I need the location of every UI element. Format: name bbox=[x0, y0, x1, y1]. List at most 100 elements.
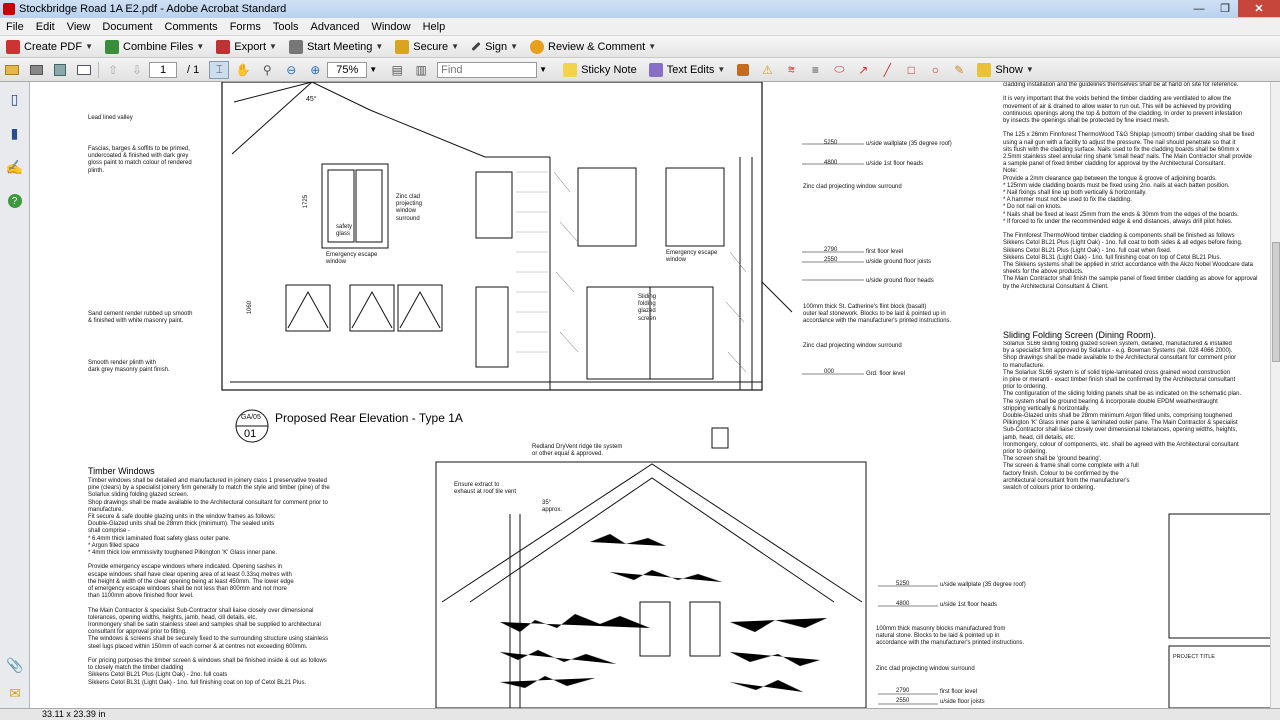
note-zinc-lower: Zinc clad projecting window surround bbox=[876, 666, 975, 672]
toolbar-separator bbox=[98, 61, 99, 78]
next-page-button[interactable]: ⇩ bbox=[127, 61, 147, 79]
review-comment-button[interactable]: Review & Comment ▼ bbox=[524, 37, 662, 57]
print-button[interactable] bbox=[26, 61, 46, 79]
comments-panel-button[interactable]: ✉ bbox=[4, 682, 26, 704]
menu-view[interactable]: View bbox=[61, 21, 97, 33]
select-tool-button[interactable]: ⌶ bbox=[209, 60, 230, 79]
zoom-out-button[interactable]: ⊖ bbox=[281, 61, 301, 79]
menu-document[interactable]: Document bbox=[96, 21, 158, 33]
menu-window[interactable]: Window bbox=[365, 21, 416, 33]
underline-button[interactable]: ≡ bbox=[805, 61, 825, 79]
oval-tool-button[interactable]: ○ bbox=[925, 61, 945, 79]
vertical-scrollbar[interactable] bbox=[1270, 82, 1280, 708]
menu-forms[interactable]: Forms bbox=[224, 21, 267, 33]
page-size-readout: 33.11 x 23.39 in bbox=[42, 709, 106, 719]
secure-button[interactable]: Secure ▼ bbox=[389, 37, 465, 57]
level-value: 2550 bbox=[896, 698, 910, 704]
menu-edit[interactable]: Edit bbox=[30, 21, 61, 33]
chevron-down-icon: ▼ bbox=[648, 42, 657, 51]
folder-icon bbox=[5, 64, 19, 75]
arrow-tool-button[interactable]: ↗ bbox=[853, 61, 873, 79]
find-dropdown-icon[interactable]: ▼ bbox=[539, 65, 547, 74]
envelope-icon bbox=[77, 64, 91, 75]
highlight-icon: ⩬ bbox=[787, 62, 795, 76]
highlight-button[interactable]: ⩬ bbox=[781, 61, 801, 79]
minimize-button[interactable]: — bbox=[1186, 0, 1212, 17]
lock-icon bbox=[395, 39, 410, 54]
document-view[interactable]: Lead lined valley Fascias, barges & soff… bbox=[30, 82, 1270, 708]
line-tool-button[interactable]: ╱ bbox=[877, 61, 897, 79]
start-meeting-button[interactable]: Start Meeting ▼ bbox=[283, 37, 389, 57]
marquee-zoom-button[interactable]: ⚲ bbox=[257, 61, 277, 79]
export-icon bbox=[216, 39, 231, 54]
level-label: u/side floor joists bbox=[940, 699, 985, 705]
level-value: 000 bbox=[824, 369, 835, 375]
menu-file[interactable]: File bbox=[0, 21, 30, 33]
rectangle-tool-button[interactable]: □ bbox=[901, 61, 921, 79]
create-pdf-icon bbox=[6, 39, 20, 54]
fit-page-button[interactable]: ▤ bbox=[387, 61, 407, 79]
text-edit-icon bbox=[648, 62, 663, 77]
signatures-panel-button[interactable]: ✍ bbox=[4, 156, 26, 178]
menu-advanced[interactable]: Advanced bbox=[305, 21, 366, 33]
timber-windows-spec: Timber windows shall be detailed and man… bbox=[88, 478, 330, 686]
close-button[interactable]: ✕ bbox=[1238, 0, 1280, 17]
note-smooth-plinth: Smooth render plinth with dark grey maso… bbox=[88, 360, 170, 374]
chevron-down-icon: ▼ bbox=[510, 42, 519, 51]
find-input[interactable]: Find bbox=[437, 61, 538, 78]
sign-button[interactable]: Sign ▼ bbox=[465, 37, 524, 57]
email-button[interactable] bbox=[74, 61, 94, 79]
open-button[interactable] bbox=[2, 61, 22, 79]
chevron-down-icon: ▼ bbox=[269, 42, 277, 51]
save-button[interactable] bbox=[50, 61, 70, 79]
maximize-button[interactable]: ❐ bbox=[1212, 0, 1238, 17]
scrollbar-thumb[interactable] bbox=[1272, 242, 1280, 362]
menu-comments[interactable]: Comments bbox=[159, 21, 224, 33]
attach-button[interactable]: ⚠ bbox=[757, 61, 777, 79]
export-button[interactable]: Export ▼ bbox=[210, 37, 283, 57]
menu-help[interactable]: Help bbox=[417, 21, 452, 33]
page-number-input[interactable]: 1 bbox=[149, 61, 177, 78]
previous-page-button[interactable]: ⇧ bbox=[103, 61, 123, 79]
text-edits-button[interactable]: Text Edits ▼ bbox=[643, 60, 732, 80]
tools-toolbar: ⇧ ⇩ 1 / 1 ⌶ ✋ ⚲ ⊖ ⊕ 75% ▼ ▤ ▥ Find ▼ Sti… bbox=[0, 58, 1280, 82]
menu-tools[interactable]: Tools bbox=[267, 21, 305, 33]
pencil-tool-button[interactable]: ✎ bbox=[949, 61, 969, 79]
level-label: u/side ground floor joists bbox=[866, 259, 932, 265]
hand-tool-button[interactable]: ✋ bbox=[233, 61, 253, 79]
paperclip-icon: 📎 bbox=[6, 656, 24, 673]
bookmark-icon: ▮ bbox=[10, 124, 19, 141]
sticky-note-button[interactable]: Sticky Note bbox=[557, 60, 643, 80]
arrow-icon: ↗ bbox=[858, 62, 869, 77]
rectangle-icon: □ bbox=[907, 62, 915, 77]
show-button[interactable]: Show ▼ bbox=[971, 60, 1039, 80]
stamp-button[interactable] bbox=[733, 61, 753, 79]
fit-width-icon: ▥ bbox=[415, 62, 427, 77]
zoom-level-input[interactable]: 75% bbox=[327, 61, 368, 78]
level-label: 100mm thick St. Catherine's flint block … bbox=[803, 304, 952, 325]
note-emergency-window: Emergency escape window bbox=[326, 252, 378, 266]
create-pdf-button[interactable]: Create PDF ▼ bbox=[0, 37, 99, 57]
chevron-down-icon: ▼ bbox=[375, 42, 384, 51]
navigation-pane: ▯ ▮ ✍ ? 📎 ✉ bbox=[0, 82, 30, 708]
level-value: 5250 bbox=[896, 581, 910, 587]
note-emergency-window-2: Emergency escape window bbox=[666, 250, 718, 264]
attachments-panel-button[interactable]: 📎 bbox=[4, 654, 26, 676]
chevron-down-icon: ▼ bbox=[85, 42, 93, 51]
zoom-dropdown-icon[interactable]: ▼ bbox=[369, 65, 377, 74]
note-ridge: Redland DryVent ridge tile system or oth… bbox=[532, 444, 623, 458]
fit-width-button[interactable]: ▥ bbox=[411, 61, 431, 79]
menu-bar: File Edit View Document Comments Forms T… bbox=[0, 18, 1280, 36]
comment-icon: ✉ bbox=[9, 684, 21, 701]
pages-panel-button[interactable]: ▯ bbox=[4, 88, 26, 110]
sticky-note-icon bbox=[563, 62, 578, 77]
cloud-tool-button[interactable]: ⬭ bbox=[829, 61, 849, 79]
bookmarks-panel-button[interactable]: ▮ bbox=[4, 122, 26, 144]
level-label: first floor level bbox=[940, 689, 978, 695]
cursor-icon: ⌶ bbox=[215, 62, 223, 76]
combine-files-button[interactable]: Combine Files ▼ bbox=[99, 37, 210, 57]
help-button[interactable]: ? bbox=[4, 190, 26, 212]
combine-files-label: Combine Files bbox=[123, 40, 194, 53]
zoom-in-button[interactable]: ⊕ bbox=[305, 61, 325, 79]
zoom-out-icon: ⊖ bbox=[286, 62, 297, 77]
